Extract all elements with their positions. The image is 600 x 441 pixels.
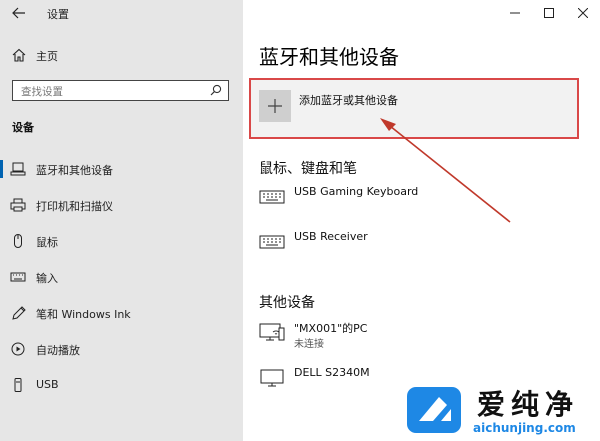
maximize-button[interactable]	[532, 0, 566, 26]
device-name: "MX001"的PC	[294, 322, 368, 335]
add-device-label: 添加蓝牙或其他设备	[299, 94, 398, 107]
watermark-url: aichunjing.com	[473, 421, 576, 435]
sidebar-item-label: 蓝牙和其他设备	[36, 164, 113, 177]
sidebar-item-bluetooth[interactable]: 蓝牙和其他设备	[0, 155, 243, 183]
usb-icon	[14, 378, 22, 392]
device-usb-gaming-keyboard[interactable]: USB Gaming Keyboard	[259, 185, 579, 219]
sidebar-item-usb[interactable]: USB	[0, 371, 243, 399]
sidebar-item-printers[interactable]: 打印机和扫描仪	[0, 191, 243, 219]
monitor-icon	[260, 369, 284, 387]
active-indicator	[0, 160, 3, 178]
page-title: 蓝牙和其他设备	[259, 45, 399, 69]
device-usb-receiver[interactable]: USB Receiver	[259, 230, 579, 264]
mouse-icon	[14, 234, 22, 248]
keyboard-icon	[259, 235, 285, 249]
title-bar-left: 设置	[0, 0, 243, 26]
minimize-button[interactable]	[498, 0, 532, 26]
watermark: 爱纯净 aichunjing.com	[405, 382, 597, 438]
sidebar-item-label: 笔和 Windows Ink	[36, 308, 131, 321]
autoplay-icon	[11, 342, 25, 356]
pen-icon	[12, 306, 26, 320]
window-controls	[498, 0, 600, 26]
bluetooth-icon	[10, 162, 26, 176]
search-placeholder: 查找设置	[21, 86, 63, 98]
device-name: USB Receiver	[294, 230, 368, 243]
window-title: 设置	[47, 8, 69, 21]
minimize-icon	[510, 12, 520, 14]
keyboard-icon	[10, 272, 26, 282]
home-label: 主页	[36, 50, 58, 63]
device-name: USB Gaming Keyboard	[294, 185, 419, 198]
sidebar-item-typing[interactable]: 输入	[0, 263, 243, 291]
add-device-button[interactable]: 添加蓝牙或其他设备	[249, 78, 579, 139]
section-heading-input-devices: 鼠标、键盘和笔	[259, 161, 357, 177]
add-device-plus-box	[259, 90, 291, 122]
maximize-icon	[544, 8, 554, 18]
sidebar-item-label: 鼠标	[36, 236, 58, 249]
sidebar-item-mouse[interactable]: 鼠标	[0, 227, 243, 255]
close-button[interactable]	[566, 0, 600, 26]
watermark-logo-icon	[407, 387, 461, 433]
home-nav-item[interactable]: 主页	[0, 45, 243, 65]
search-input[interactable]: 查找设置	[12, 80, 229, 101]
sidebar: 设置 主页 查找设置 设备 蓝牙和其他设备 打印机和扫描仪 鼠标 输入 笔和 W…	[0, 0, 243, 441]
device-name: DELL S2340M	[294, 366, 370, 379]
plus-icon	[268, 99, 282, 113]
keyboard-icon	[259, 190, 285, 204]
sidebar-item-label: 输入	[36, 272, 58, 285]
sidebar-item-autoplay[interactable]: 自动播放	[0, 335, 243, 363]
back-arrow-icon	[12, 7, 25, 19]
section-heading-devices: 设备	[12, 121, 34, 134]
sidebar-item-label: 自动播放	[36, 344, 80, 357]
watermark-text: 爱纯净	[477, 388, 580, 421]
section-heading-other-devices: 其他设备	[259, 295, 315, 311]
device-status: 未连接	[294, 339, 324, 350]
close-icon	[578, 8, 588, 18]
search-icon[interactable]	[210, 84, 222, 96]
printer-icon	[10, 198, 26, 212]
main-content: 蓝牙和其他设备 添加蓝牙或其他设备 鼠标、键盘和笔 USB Gaming Key…	[243, 0, 600, 441]
back-button[interactable]	[10, 5, 28, 21]
sidebar-item-pen[interactable]: 笔和 Windows Ink	[0, 299, 243, 327]
sidebar-item-label: 打印机和扫描仪	[36, 200, 113, 213]
sidebar-item-label: USB	[36, 378, 59, 391]
device-mx001-pc[interactable]: "MX001"的PC 未连接	[259, 320, 579, 354]
home-icon	[12, 48, 26, 62]
pc-icon	[259, 323, 285, 341]
